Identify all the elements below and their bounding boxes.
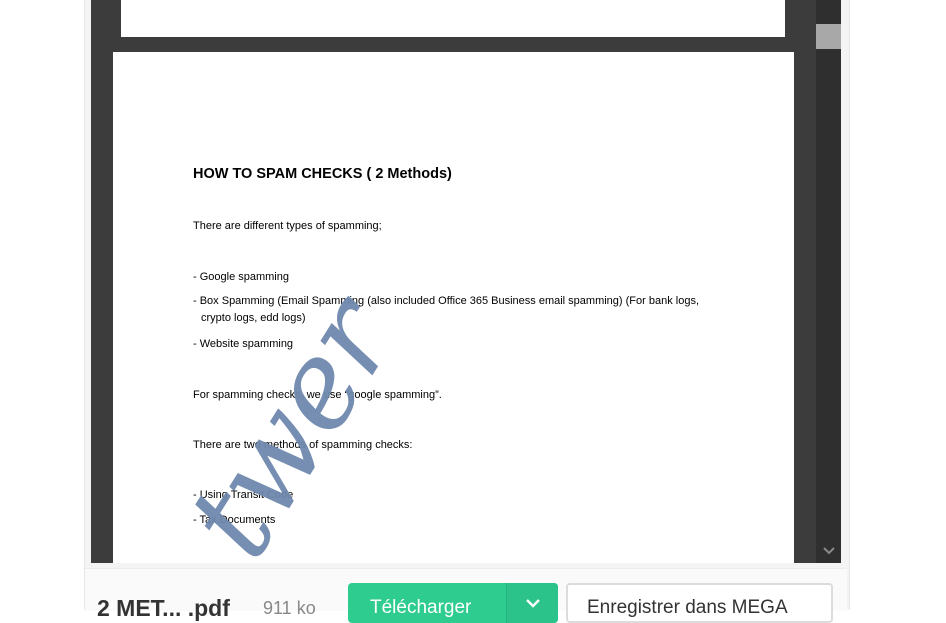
- download-button[interactable]: Télécharger: [348, 583, 558, 623]
- chevron-down-icon: [525, 598, 540, 608]
- scroll-thumb[interactable]: [816, 24, 841, 49]
- document-line: - Box Spamming (Email Spamming (also inc…: [193, 295, 700, 324]
- document-title: HOW TO SPAM CHECKS ( 2 Methods): [193, 166, 452, 182]
- document-line: - Google spamming: [193, 271, 289, 283]
- chevron-down-icon: [822, 546, 835, 554]
- download-label: Télécharger: [370, 597, 472, 618]
- save-to-mega-button[interactable]: Enregistrer dans MEGA: [566, 583, 833, 623]
- save-label: Enregistrer dans MEGA: [587, 597, 788, 618]
- pdf-page: HOW TO SPAM CHECKS ( 2 Methods) There ar…: [113, 52, 794, 563]
- viewer-scrollbar[interactable]: [816, 0, 841, 563]
- pdf-viewer[interactable]: HOW TO SPAM CHECKS ( 2 Methods) There ar…: [91, 0, 841, 563]
- file-action-bar: 2 MET... .pdf 911 ko Télécharger Enregis…: [85, 568, 847, 623]
- scroll-down-button[interactable]: [816, 538, 841, 563]
- previous-page: [121, 0, 785, 37]
- download-options-button[interactable]: [507, 583, 558, 623]
- document-line: There are different types of spamming;: [193, 220, 382, 232]
- file-name: 2 MET... .pdf: [97, 595, 230, 621]
- file-size: 911 ko: [263, 598, 316, 618]
